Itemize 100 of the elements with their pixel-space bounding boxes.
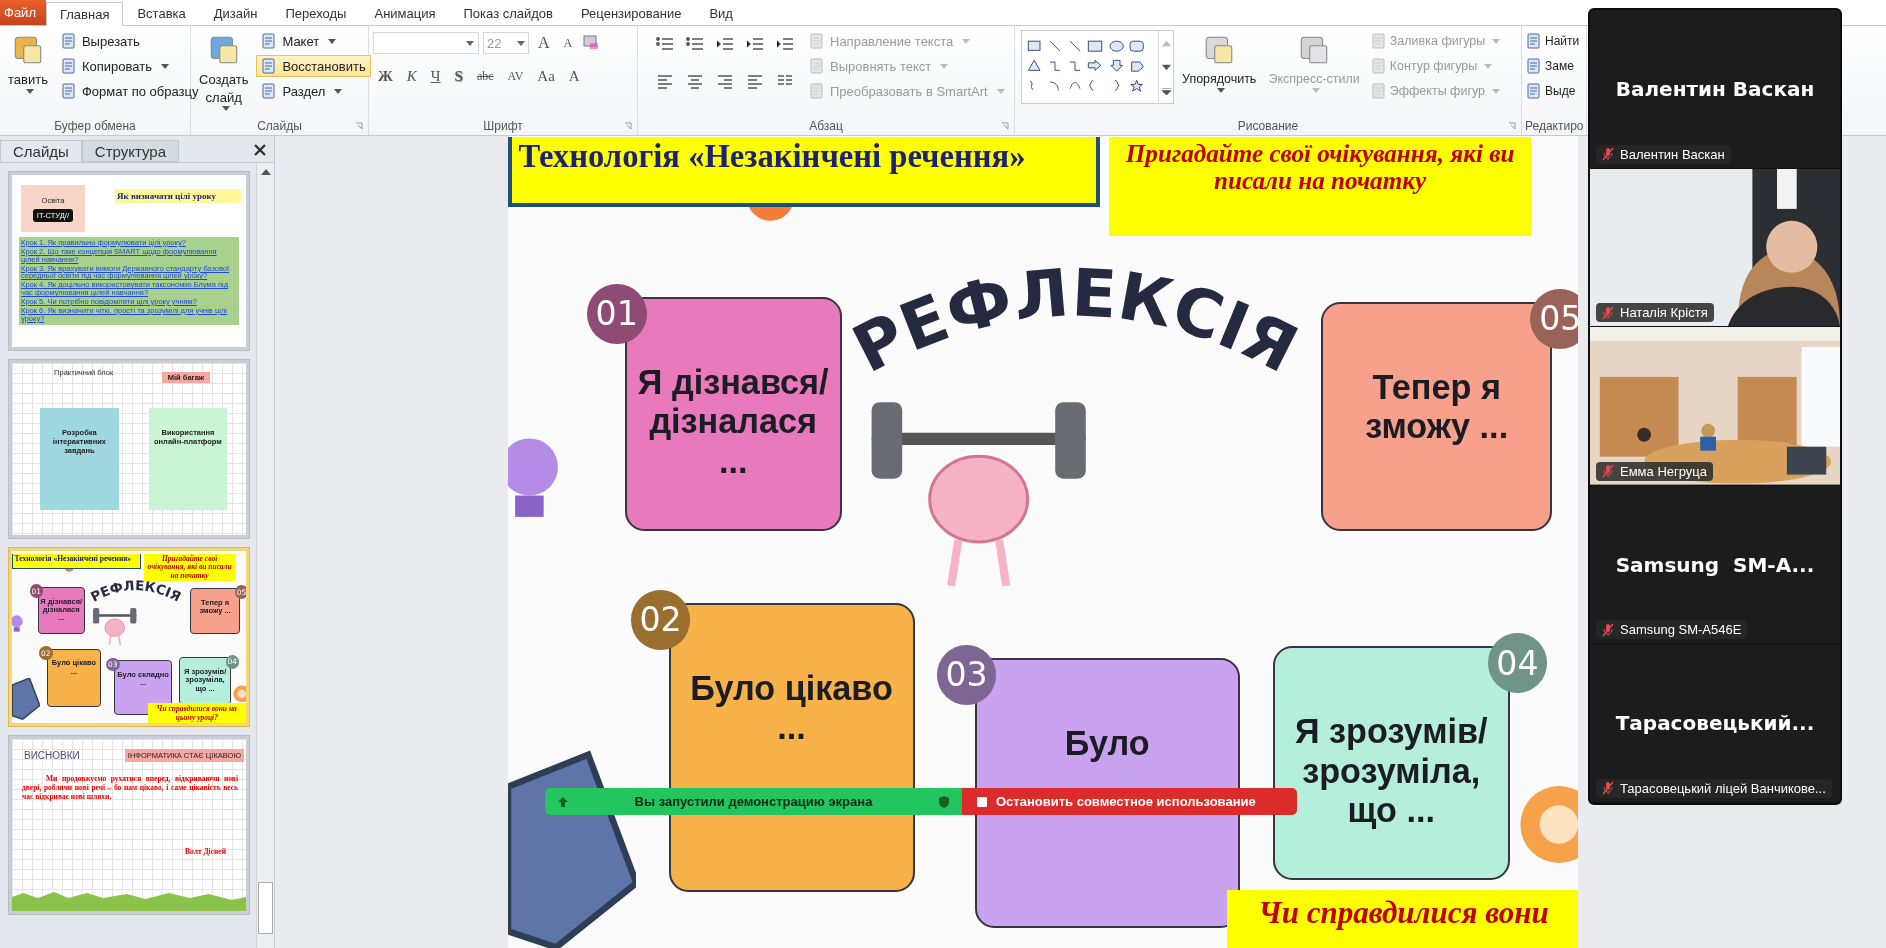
document-icon [60,58,77,74]
justify-icon[interactable] [746,74,764,90]
slide-heading: РЕФЛЕКСІЯ [840,253,1310,387]
font-name-field[interactable] [373,32,479,54]
ribbon-button[interactable]: тавить [4,30,52,97]
document-icon [1370,58,1387,74]
ribbon-tab[interactable]: Анимация [360,2,450,25]
number-badge: 01 [586,283,647,344]
document-icon [809,33,825,49]
font-size-button[interactable]: A [533,34,555,52]
group-label: Шрифт [483,119,523,133]
format-button[interactable]: S [449,68,468,85]
dialog-launcher-icon[interactable] [624,121,633,131]
participant-name: Валентин Васкан [1615,76,1815,101]
group-label: Редактиро [1525,119,1584,133]
slide-thumbnail[interactable] [8,171,250,351]
slide-title: Технологія «Незакінчені речення» [508,137,1100,207]
number-badge: 05 [1530,288,1578,349]
ribbon-button[interactable]: Заме [1524,55,1582,77]
decrease-indent-icon[interactable] [716,36,734,52]
group-label: Рисование [1237,119,1299,133]
numbered-list-icon[interactable] [686,36,704,52]
share-status-text: Вы запустили демонстрацию экрана [634,794,873,809]
more-icon[interactable] [1161,87,1171,95]
dialog-launcher-icon[interactable] [1001,121,1010,131]
document-icon [809,58,825,74]
ribbon-button[interactable]: Упорядочить [1178,30,1261,96]
panel-tab[interactable]: Структура [81,140,179,162]
participant-name: Валентин Васкан [1620,146,1725,162]
card-text: Було [1064,724,1150,764]
format-button[interactable]: Aa [532,68,560,85]
document-icon [1526,33,1542,49]
align-right-icon[interactable] [716,74,734,90]
caret-icon [466,40,474,46]
thumbnail-title: ВИСНОВКИ [24,750,80,761]
ribbon-button[interactable]: Раздел [256,80,371,102]
ribbon-tab[interactable]: Переходы [271,2,361,25]
document-icon [1370,33,1387,49]
caret-icon [517,40,525,46]
participant-name: Тарасовецький... [1615,711,1815,736]
dialog-launcher-icon[interactable] [1508,121,1517,131]
document-icon [1526,83,1542,99]
format-button[interactable]: Ж [373,68,398,85]
card-text: Тепер я зможу ... [1364,368,1510,447]
participant-name: Наталія Крістя [1620,305,1708,321]
card-text: Я зрозумів/ зрозуміла, що ... [1294,712,1489,831]
card-text: Я дізнався/ дізналася ... [636,363,830,482]
panel-tab[interactable]: Слайды [0,140,82,162]
ribbon-button[interactable]: Макет [256,30,371,52]
stop-icon [976,795,988,808]
ribbon-button[interactable]: Найти [1524,30,1582,52]
ribbon-tab[interactable]: Дизайн [199,2,272,25]
ribbon-tab[interactable]: Показ слайдов [449,2,567,25]
group-label: Абзац [809,119,843,133]
number-badge: 02 [630,589,691,650]
ribbon-button[interactable]: Восстановить [256,55,371,77]
scrollbar-thumb[interactable] [258,882,273,934]
slide-heading: РЕФЛЕКСІЯ [88,578,184,605]
document-icon [60,33,77,49]
align-center-icon[interactable] [686,74,704,90]
document-icon [261,83,278,99]
font-size-button[interactable]: A [558,35,578,51]
ribbon-tab[interactable]: Рецензирование [567,2,696,25]
format-button[interactable]: abc [471,69,499,84]
ribbon-tab[interactable]: Вид [695,2,747,25]
participant-name: Емма Негруца [1620,463,1707,479]
scroll-up-icon[interactable] [260,169,271,175]
document-icon [60,83,77,99]
thumbnail-title: Як визначати цілі уроку [114,188,241,203]
card-text: Було цікаво ... [689,669,894,748]
slide-prompt: Пригадайте свої очікування, які ви писали на початку [1109,137,1531,236]
format-button[interactable]: AV [502,69,529,84]
format-button[interactable]: Ч [425,68,446,85]
number-badge: 03 [936,645,997,705]
bullet-list-icon[interactable] [656,36,674,52]
document-icon [1526,58,1542,74]
ribbon-tab[interactable]: Вставка [123,2,200,25]
ribbon-button[interactable]: Выде [1524,80,1582,102]
scrollbar[interactable] [256,163,274,948]
slide-question: Чи справдилися вони [1227,890,1578,948]
number-badge: 04 [1487,633,1548,693]
format-button[interactable]: К [401,68,422,85]
stop-sharing-button[interactable]: Остановить совместное использование [962,788,1297,815]
format-button[interactable]: A [563,68,585,85]
participant-name: Samsung SM-A546E [1620,622,1742,638]
document-icon [1370,83,1387,99]
shield-icon [938,795,950,808]
file-tab[interactable]: Файл [0,0,46,25]
dialog-launcher-icon[interactable] [355,121,364,131]
close-icon[interactable] [254,144,266,156]
align-left-icon[interactable] [656,74,674,90]
document-icon [261,33,278,49]
participant-name: Samsung SM-A... [1615,552,1815,577]
group-label: Буфер обмена [54,119,136,133]
scroll-down-icon[interactable] [1161,63,1171,71]
line-spacing-icon[interactable] [776,36,794,52]
group-label: Слайды [257,119,302,133]
ribbon-tab[interactable]: Главная [45,2,124,26]
increase-indent-icon[interactable] [746,36,764,52]
ribbon-button[interactable]: Вырезать [55,30,204,52]
